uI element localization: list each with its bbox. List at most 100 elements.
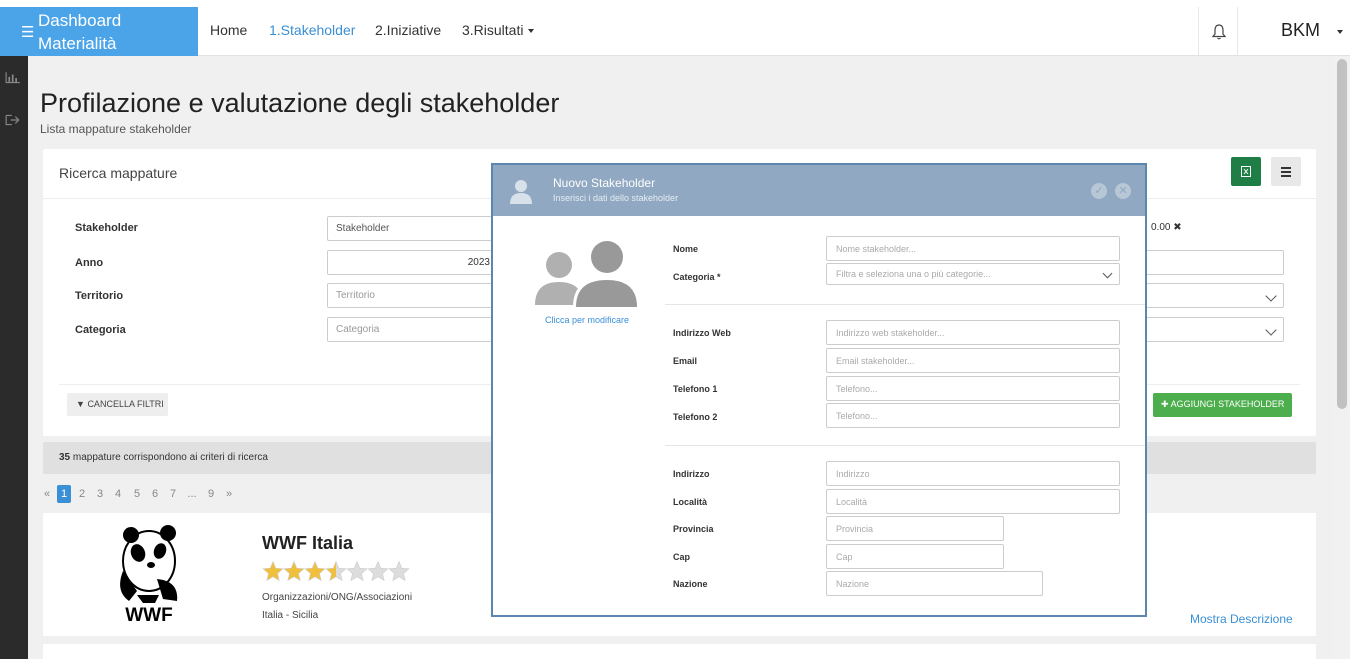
panel-title: Ricerca mappature xyxy=(59,165,178,181)
divider xyxy=(665,445,1145,446)
chevron-down-icon xyxy=(1265,290,1277,302)
nav-stakeholder[interactable]: 1.Stakeholder xyxy=(269,22,355,38)
modal-header: Nuovo Stakeholder Inserisci i dati dello… xyxy=(493,165,1145,216)
export-excel-button[interactable] xyxy=(1231,157,1261,186)
notifications-button[interactable] xyxy=(1198,7,1238,56)
avatar-edit-link[interactable]: Clicca per modificare xyxy=(545,315,629,325)
nazione-input[interactable]: Nazione xyxy=(826,571,1043,596)
star-icon xyxy=(325,560,347,582)
page-1[interactable]: 1 xyxy=(57,485,71,503)
stakeholder-location: Italia - Sicilia xyxy=(262,610,319,621)
user-icon xyxy=(510,180,532,204)
new-stakeholder-modal: Nuovo Stakeholder Inserisci i dati dello… xyxy=(491,163,1147,617)
indirizzo-label: Indirizzo xyxy=(673,469,710,479)
email-input[interactable]: Email stakeholder... xyxy=(826,348,1120,373)
page-4[interactable]: 4 xyxy=(111,485,125,503)
star-icon xyxy=(388,560,410,582)
chevron-down-icon xyxy=(1102,268,1113,279)
page-3[interactable]: 3 xyxy=(93,485,107,503)
nav-risultati[interactable]: 3.Risultati xyxy=(462,22,535,38)
show-description-link[interactable]: Mostra Descrizione xyxy=(1190,612,1293,626)
categoria-placeholder: Filtra e seleziona una o più categorie..… xyxy=(836,269,991,279)
provincia-input[interactable]: Provincia xyxy=(826,516,1004,541)
categoria-select[interactable]: Filtra e seleziona una o più categorie..… xyxy=(826,263,1120,285)
nome-input[interactable]: Nome stakeholder... xyxy=(826,236,1120,261)
categoria-label: Categoria xyxy=(75,324,126,336)
clear-filters-button[interactable]: ▼ CANCELLA FILTRI xyxy=(67,393,168,416)
categoria-label: Categoria * xyxy=(673,272,721,282)
page-title: Profilazione e valutazione degli stakeho… xyxy=(40,88,560,118)
page-9[interactable]: 9 xyxy=(204,485,218,503)
scrollbar-thumb[interactable] xyxy=(1337,59,1347,409)
brand-block[interactable]: ☰ Dashboard Materialità xyxy=(0,7,198,56)
categoria-select[interactable]: Categoria xyxy=(327,317,507,342)
web-input[interactable]: Indirizzo web stakeholder... xyxy=(826,320,1120,345)
star-icon xyxy=(367,560,389,582)
clear-range-icon[interactable]: ✖ xyxy=(1173,222,1181,233)
top-navbar: ☰ Dashboard Materialità Home 1.Stakehold… xyxy=(0,0,1350,56)
right-input-anno[interactable] xyxy=(1143,250,1284,275)
menu-button[interactable] xyxy=(1271,157,1301,186)
stakeholder-label: Stakeholder xyxy=(75,222,138,234)
email-label: Email xyxy=(673,356,698,366)
add-stakeholder-label: AGGIUNGI STAKEHOLDER xyxy=(1170,399,1285,409)
sign-out-icon[interactable] xyxy=(5,114,21,126)
nazione-label: Nazione xyxy=(673,579,708,589)
anno-input[interactable]: 2023 xyxy=(327,250,507,275)
stakeholder-name[interactable]: WWF Italia xyxy=(262,533,353,554)
cap-label: Cap xyxy=(673,552,691,562)
page-scrollbar[interactable] xyxy=(1334,56,1350,659)
nav-risultati-label: 3.Risultati xyxy=(462,22,524,38)
app-title: Dashboard Materialità xyxy=(38,11,122,53)
confirm-icon[interactable]: ✓ xyxy=(1091,183,1107,199)
hamburger-icon[interactable]: ☰ xyxy=(21,23,34,41)
user-menu[interactable]: BKM xyxy=(1281,20,1320,41)
nav-home[interactable]: Home xyxy=(210,22,247,38)
right-select-territorio[interactable] xyxy=(1143,283,1284,308)
results-text: mappature corrispondono ai criteri di ri… xyxy=(72,452,268,463)
telefono1-input[interactable]: Telefono... xyxy=(826,376,1120,401)
page-7[interactable]: 7 xyxy=(166,485,180,503)
page-ellipsis: ... xyxy=(187,488,197,500)
territorio-select[interactable]: Territorio xyxy=(327,283,507,308)
results-count: 35 xyxy=(59,452,71,463)
logo-text: WWF xyxy=(125,605,172,625)
star-icon xyxy=(346,560,368,582)
nome-label: Nome xyxy=(673,244,699,254)
rating-stars xyxy=(262,560,410,582)
localita-label: Località xyxy=(673,497,708,507)
chart-icon[interactable] xyxy=(5,72,21,84)
page-next[interactable]: » xyxy=(223,485,235,503)
divider xyxy=(665,304,1145,305)
range-value-text: 0.00 xyxy=(1151,222,1171,233)
stakeholder-input[interactable]: Stakeholder xyxy=(327,216,507,241)
page-prev[interactable]: « xyxy=(42,485,52,503)
stakeholder-card-next xyxy=(43,644,1316,659)
page-6[interactable]: 6 xyxy=(148,485,162,503)
modal-title: Nuovo Stakeholder xyxy=(553,176,656,190)
clear-filters-label: CANCELLA FILTRI xyxy=(87,399,164,409)
nav-iniziative[interactable]: 2.Iniziative xyxy=(375,22,441,38)
close-icon[interactable]: ✕ xyxy=(1115,183,1131,199)
anno-label: Anno xyxy=(75,257,104,269)
avatar-placeholder[interactable] xyxy=(533,237,639,309)
page-2[interactable]: 2 xyxy=(75,485,89,503)
right-select-categoria[interactable] xyxy=(1143,317,1284,342)
add-stakeholder-button[interactable]: ✚ AGGIUNGI STAKEHOLDER xyxy=(1153,393,1292,417)
page-subtitle: Lista mappature stakeholder xyxy=(40,122,192,136)
telefono2-input[interactable]: Telefono... xyxy=(826,403,1120,428)
territorio-label: Territorio xyxy=(75,290,124,302)
stakeholder-category: Organizzazioni/ONG/Associazioni xyxy=(262,592,413,603)
cap-input[interactable]: Cap xyxy=(826,544,1004,569)
localita-input[interactable]: Località xyxy=(826,489,1120,514)
indirizzo-input[interactable]: Indirizzo xyxy=(826,461,1120,486)
range-value: 0.00 ✖ xyxy=(1151,222,1182,233)
menu-icon xyxy=(1281,167,1291,169)
star-icon xyxy=(262,560,284,582)
page-5[interactable]: 5 xyxy=(130,485,144,503)
user-chevron-down-icon[interactable] xyxy=(1337,30,1343,34)
web-label: Indirizzo Web xyxy=(673,328,731,338)
chevron-down-icon xyxy=(1265,324,1277,336)
plus-icon: ✚ xyxy=(1161,399,1169,409)
star-icon xyxy=(304,560,326,582)
